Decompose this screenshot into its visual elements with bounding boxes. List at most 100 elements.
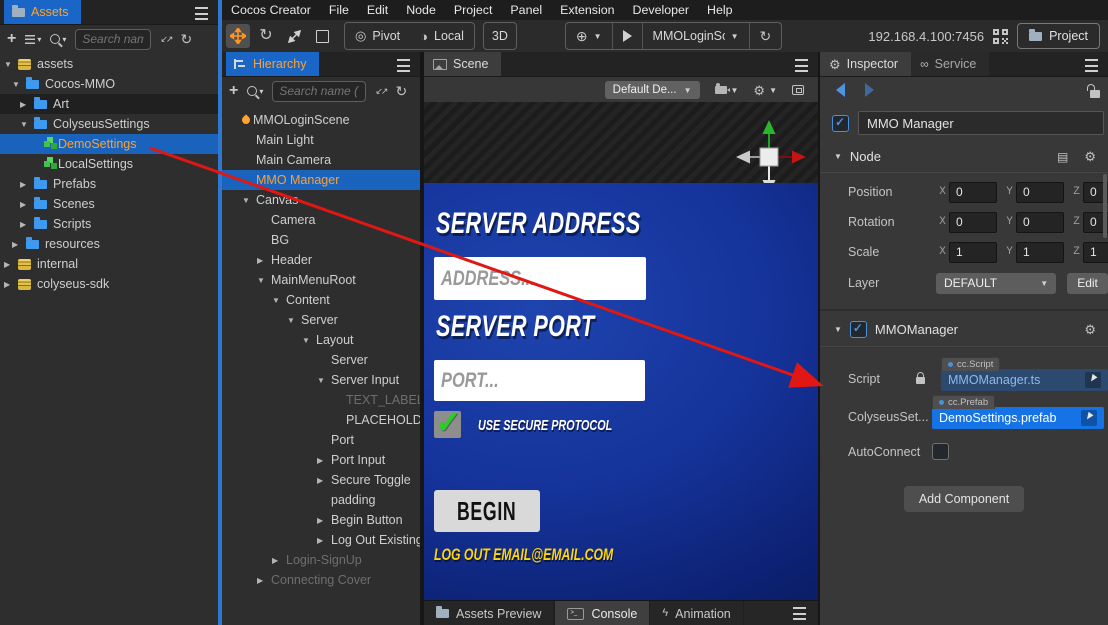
tree-expand-icon[interactable] bbox=[272, 296, 286, 305]
layer-dropdown[interactable]: DEFAULT▼ bbox=[936, 273, 1056, 294]
reload-button[interactable]: ↻ bbox=[749, 23, 782, 49]
tree-item-colyseus-sdk[interactable]: colyseus-sdk bbox=[0, 274, 218, 294]
tree-item-placeholde[interactable]: PLACEHOLDE bbox=[222, 410, 420, 430]
tree-expand-icon[interactable] bbox=[317, 476, 331, 485]
tree-item-port[interactable]: Port bbox=[222, 430, 420, 450]
assets-search-input[interactable] bbox=[75, 29, 151, 50]
play-button[interactable] bbox=[612, 23, 642, 49]
tree-item-connecting-cover[interactable]: Connecting Cover bbox=[222, 570, 420, 590]
hierarchy-search-input[interactable] bbox=[272, 81, 366, 102]
tree-item-port-input[interactable]: Port Input bbox=[222, 450, 420, 470]
tree-expand-icon[interactable] bbox=[20, 180, 34, 189]
menu-item-developer[interactable]: Developer bbox=[624, 3, 698, 17]
search-filter-button[interactable]: ▾ bbox=[247, 86, 263, 96]
tree-item-cocos-mmo[interactable]: Cocos-MMO bbox=[0, 74, 218, 94]
tree-item-mainmenuroot[interactable]: MainMenuRoot bbox=[222, 270, 420, 290]
begin-button[interactable]: BEGIN bbox=[434, 490, 540, 532]
scale-z-input[interactable] bbox=[1083, 242, 1108, 263]
tab-service[interactable]: ∞Service bbox=[911, 52, 989, 76]
tree-item-mmologinscene[interactable]: MMOLoginScene bbox=[222, 110, 420, 130]
tree-expand-icon[interactable] bbox=[20, 220, 34, 229]
tree-item-server[interactable]: Server bbox=[222, 310, 420, 330]
scale-tool-button[interactable] bbox=[282, 24, 306, 48]
tree-item-log-out-existing[interactable]: Log Out Existing bbox=[222, 530, 420, 550]
tree-expand-icon[interactable] bbox=[4, 260, 18, 269]
tree-item-prefabs[interactable]: Prefabs bbox=[0, 174, 218, 194]
layout-icon[interactable] bbox=[792, 85, 804, 95]
tree-expand-icon[interactable] bbox=[257, 256, 271, 265]
tree-item-colyseussettings[interactable]: ColyseusSettings bbox=[0, 114, 218, 134]
panel-menu-icon[interactable] bbox=[793, 607, 806, 620]
gear-icon[interactable]: ⚙ bbox=[1084, 323, 1096, 336]
tree-item-canvas[interactable]: Canvas bbox=[222, 190, 420, 210]
tab-animation[interactable]: ϟAnimation bbox=[650, 601, 743, 625]
logout-text[interactable]: LOG OUT EMAIL@EMAIL.COM bbox=[434, 545, 683, 565]
tree-expand-icon[interactable] bbox=[287, 316, 301, 325]
component-enabled-checkbox[interactable] bbox=[850, 321, 867, 338]
layer-edit-button[interactable]: Edit bbox=[1067, 273, 1108, 294]
menu-item-panel[interactable]: Panel bbox=[501, 3, 551, 17]
tree-expand-icon[interactable] bbox=[317, 536, 331, 545]
asset-picker-icon[interactable] bbox=[1081, 410, 1097, 426]
position-x-input[interactable] bbox=[949, 182, 997, 203]
tree-expand-icon[interactable] bbox=[242, 196, 256, 205]
tree-expand-icon[interactable] bbox=[4, 280, 18, 289]
tree-expand-icon[interactable] bbox=[20, 120, 34, 129]
tree-item-internal[interactable]: internal bbox=[0, 254, 218, 274]
tab-assets[interactable]: Assets bbox=[4, 0, 81, 24]
tree-item-main-camera[interactable]: Main Camera bbox=[222, 150, 420, 170]
qr-code-icon[interactable] bbox=[993, 29, 1008, 44]
menu-item-node[interactable]: Node bbox=[397, 3, 445, 17]
panel-menu-icon[interactable] bbox=[1085, 59, 1098, 72]
tree-item-art[interactable]: Art bbox=[0, 94, 218, 114]
menu-item-cocos-creator[interactable]: Cocos Creator bbox=[222, 3, 320, 17]
node-section-header[interactable]: ▼ Node ▤⚙ bbox=[834, 149, 1096, 164]
scale-y-input[interactable] bbox=[1016, 242, 1064, 263]
autoconnect-checkbox[interactable] bbox=[932, 443, 949, 460]
tree-item-server-input[interactable]: Server Input bbox=[222, 370, 420, 390]
tree-item-mmo-manager[interactable]: MMO Manager bbox=[222, 170, 420, 190]
port-input[interactable]: PORT... bbox=[434, 360, 645, 401]
tree-item-content[interactable]: Content bbox=[222, 290, 420, 310]
tree-expand-icon[interactable] bbox=[257, 576, 271, 585]
scene-select-dropdown[interactable]: MMOLoginSc...▼ bbox=[642, 23, 749, 49]
tree-item-main-light[interactable]: Main Light bbox=[222, 130, 420, 150]
lock-toggle[interactable] bbox=[1090, 85, 1100, 103]
tree-expand-icon[interactable] bbox=[302, 336, 316, 345]
node-name-input[interactable] bbox=[858, 111, 1104, 135]
tree-expand-icon[interactable] bbox=[317, 456, 331, 465]
scrollbar[interactable] bbox=[1103, 174, 1107, 238]
position-y-input[interactable] bbox=[1016, 182, 1064, 203]
menu-item-edit[interactable]: Edit bbox=[358, 3, 397, 17]
gear-icon[interactable]: ⚙ bbox=[1084, 150, 1096, 163]
tree-item-scripts[interactable]: Scripts bbox=[0, 214, 218, 234]
tree-item-demosettings[interactable]: DemoSettings bbox=[0, 134, 218, 154]
local-button[interactable]: ◑Local bbox=[410, 23, 474, 49]
collapse-all-icon[interactable]: ↙↗ bbox=[375, 86, 386, 97]
tree-expand-icon[interactable] bbox=[257, 276, 271, 285]
tree-expand-icon[interactable] bbox=[4, 60, 18, 69]
tree-item-assets[interactable]: assets bbox=[0, 54, 218, 74]
menu-item-file[interactable]: File bbox=[320, 3, 358, 17]
pivot-button[interactable]: ◎Pivot bbox=[345, 23, 410, 49]
history-forward-icon[interactable] bbox=[865, 83, 874, 97]
add-component-button[interactable]: Add Component bbox=[904, 486, 1024, 512]
tree-item-camera[interactable]: Camera bbox=[222, 210, 420, 230]
tree-expand-icon[interactable] bbox=[317, 516, 331, 525]
tree-expand-icon[interactable] bbox=[272, 556, 286, 565]
component-header[interactable]: ▼ MMOManager ⚙ bbox=[834, 321, 1096, 338]
tree-item-server[interactable]: Server bbox=[222, 350, 420, 370]
project-button[interactable]: Project bbox=[1017, 23, 1100, 49]
menu-item-project[interactable]: Project bbox=[445, 3, 502, 17]
tree-item-login-signup[interactable]: Login-SignUp bbox=[222, 550, 420, 570]
refresh-icon[interactable]: ↻ bbox=[180, 32, 192, 46]
tree-item-scenes[interactable]: Scenes bbox=[0, 194, 218, 214]
scene-viewport[interactable] bbox=[424, 102, 818, 183]
tree-expand-icon[interactable] bbox=[20, 100, 34, 109]
tree-item-begin-button[interactable]: Begin Button bbox=[222, 510, 420, 530]
tree-item-padding[interactable]: padding bbox=[222, 490, 420, 510]
rect-tool-button[interactable] bbox=[310, 24, 334, 48]
display-mode-dropdown[interactable]: Default De...▼ bbox=[605, 81, 700, 99]
tab-hierarchy[interactable]: Hierarchy bbox=[226, 52, 319, 76]
menu-item-extension[interactable]: Extension bbox=[551, 3, 623, 17]
